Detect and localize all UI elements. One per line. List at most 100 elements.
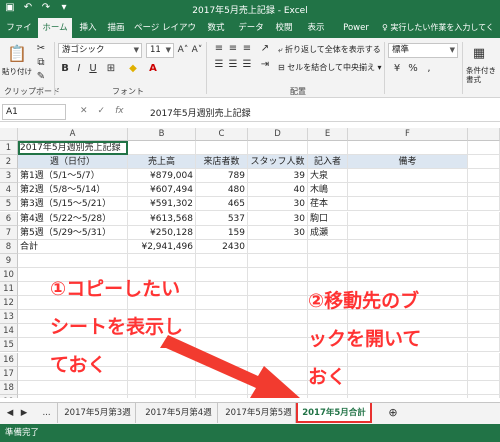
cell[interactable] xyxy=(248,141,308,156)
tab-data[interactable]: データ xyxy=(236,18,266,38)
cell[interactable] xyxy=(18,394,128,398)
row-header[interactable]: 16 xyxy=(0,352,18,367)
column-header[interactable]: F xyxy=(348,128,468,141)
row-header[interactable]: 1 xyxy=(0,141,18,156)
row-header[interactable]: 12 xyxy=(0,296,18,311)
align-left-icon[interactable]: ☰ xyxy=(212,58,226,72)
border-icon[interactable]: ⊞ xyxy=(104,62,118,76)
cell[interactable] xyxy=(468,211,500,226)
insert-function-icon[interactable]: fx xyxy=(115,106,124,116)
cell[interactable]: 第1週（5/1～5/7） xyxy=(18,169,128,184)
row-header[interactable]: 9 xyxy=(0,253,18,268)
cell[interactable] xyxy=(348,141,468,156)
row-header[interactable]: 5 xyxy=(0,197,18,212)
scroll-right-icon[interactable]: ▶ xyxy=(18,403,30,423)
sheet-tab[interactable]: 2017年5月第5週 xyxy=(222,403,296,423)
cell[interactable] xyxy=(18,253,128,268)
cell[interactable]: 465 xyxy=(196,197,248,212)
sheet-tab[interactable]: 2017年5月第3週 xyxy=(60,403,136,423)
format-painter-icon[interactable]: ✎ xyxy=(34,70,48,84)
cell[interactable]: ¥613,568 xyxy=(128,211,196,226)
cell[interactable] xyxy=(196,394,248,398)
cell[interactable] xyxy=(196,352,248,367)
column-header[interactable]: D xyxy=(248,128,308,141)
cell[interactable] xyxy=(468,141,500,156)
cell[interactable]: 記入者 xyxy=(308,155,348,170)
cell[interactable]: 480 xyxy=(196,183,248,198)
align-top-icon[interactable]: ≡ xyxy=(212,42,226,56)
cut-icon[interactable]: ✂ xyxy=(34,42,48,56)
percent-icon[interactable]: % xyxy=(406,62,420,76)
cell[interactable] xyxy=(468,183,500,198)
row-header[interactable]: 8 xyxy=(0,239,18,254)
align-center-icon[interactable]: ☰ xyxy=(226,58,240,72)
merge-center-button[interactable]: ⊟ セルを結合して中央揃え ▾ xyxy=(278,62,382,73)
cell[interactable] xyxy=(196,253,248,268)
cell[interactable] xyxy=(348,169,468,184)
cell[interactable] xyxy=(348,183,468,198)
align-right-icon[interactable]: ☰ xyxy=(240,58,254,72)
cell[interactable]: 第2週（5/8～5/14） xyxy=(18,183,128,198)
cell[interactable] xyxy=(348,225,468,240)
cell[interactable] xyxy=(468,282,500,297)
row-header[interactable]: 2 xyxy=(0,155,18,170)
cell[interactable] xyxy=(128,253,196,268)
cell[interactable] xyxy=(468,239,500,254)
row-header[interactable]: 7 xyxy=(0,225,18,240)
row-header[interactable]: 11 xyxy=(0,282,18,297)
cell[interactable] xyxy=(348,197,468,212)
cell[interactable]: 39 xyxy=(248,169,308,184)
cell[interactable] xyxy=(468,169,500,184)
cell[interactable] xyxy=(128,141,196,156)
cell[interactable] xyxy=(468,394,500,398)
cell[interactable]: 第3週（5/15～5/21） xyxy=(18,197,128,212)
cell[interactable]: 789 xyxy=(196,169,248,184)
cell[interactable] xyxy=(308,239,348,254)
cell[interactable]: 30 xyxy=(248,197,308,212)
cell[interactable] xyxy=(468,380,500,395)
cell[interactable] xyxy=(196,338,248,353)
tell-me-box[interactable]: ♀ 実行したい作業を入力してください xyxy=(382,18,500,52)
cell[interactable] xyxy=(468,296,500,311)
column-header[interactable]: C xyxy=(196,128,248,141)
cell[interactable] xyxy=(348,239,468,254)
paste-icon[interactable]: 📋 xyxy=(6,42,28,64)
cell[interactable]: 40 xyxy=(248,183,308,198)
tab-draw[interactable]: 描画 xyxy=(104,18,128,38)
cell[interactable] xyxy=(348,253,468,268)
cell[interactable]: 荏本 xyxy=(308,197,348,212)
number-format-box[interactable]: 標準 ▼ xyxy=(388,43,458,58)
cell[interactable]: 2430 xyxy=(196,239,248,254)
cancel-icon[interactable]: ✕ xyxy=(80,106,88,116)
tab-power-pivot[interactable]: Power Pivot xyxy=(334,18,378,53)
cell[interactable]: 30 xyxy=(248,225,308,240)
cell[interactable] xyxy=(248,239,308,254)
tab-formulas[interactable]: 数式 xyxy=(204,18,228,38)
cell[interactable] xyxy=(196,267,248,282)
currency-icon[interactable]: ¥ xyxy=(390,62,404,76)
sheet-tab[interactable]: 2017年5月第4週 xyxy=(140,403,218,423)
row-header[interactable]: 15 xyxy=(0,338,18,353)
comma-icon[interactable]: , xyxy=(422,62,436,76)
row-header[interactable]: 3 xyxy=(0,169,18,184)
cell[interactable]: 第5週（5/29～5/31） xyxy=(18,225,128,240)
cell[interactable] xyxy=(196,366,248,381)
column-header[interactable]: B xyxy=(128,128,196,141)
cell[interactable]: 木嶋 xyxy=(308,183,348,198)
cell[interactable]: 537 xyxy=(196,211,248,226)
wrap-text-button[interactable]: ⤶ 折り返して全体を表示する xyxy=(278,44,381,55)
cell[interactable]: 週（日付） xyxy=(18,155,128,170)
italic-icon[interactable]: I xyxy=(72,62,86,76)
cell[interactable] xyxy=(248,394,308,398)
font-color-icon[interactable]: A xyxy=(146,62,160,76)
row-header[interactable]: 19 xyxy=(0,394,18,398)
column-header[interactable]: A xyxy=(18,128,128,141)
cell[interactable] xyxy=(308,141,348,156)
cell[interactable] xyxy=(468,253,500,268)
select-all-corner[interactable] xyxy=(0,128,18,141)
cell[interactable]: 駒口 xyxy=(308,211,348,226)
cell[interactable]: 大泉 xyxy=(308,169,348,184)
row-header[interactable]: 4 xyxy=(0,183,18,198)
cell[interactable]: 30 xyxy=(248,211,308,226)
cell[interactable]: 来店者数 xyxy=(196,155,248,170)
